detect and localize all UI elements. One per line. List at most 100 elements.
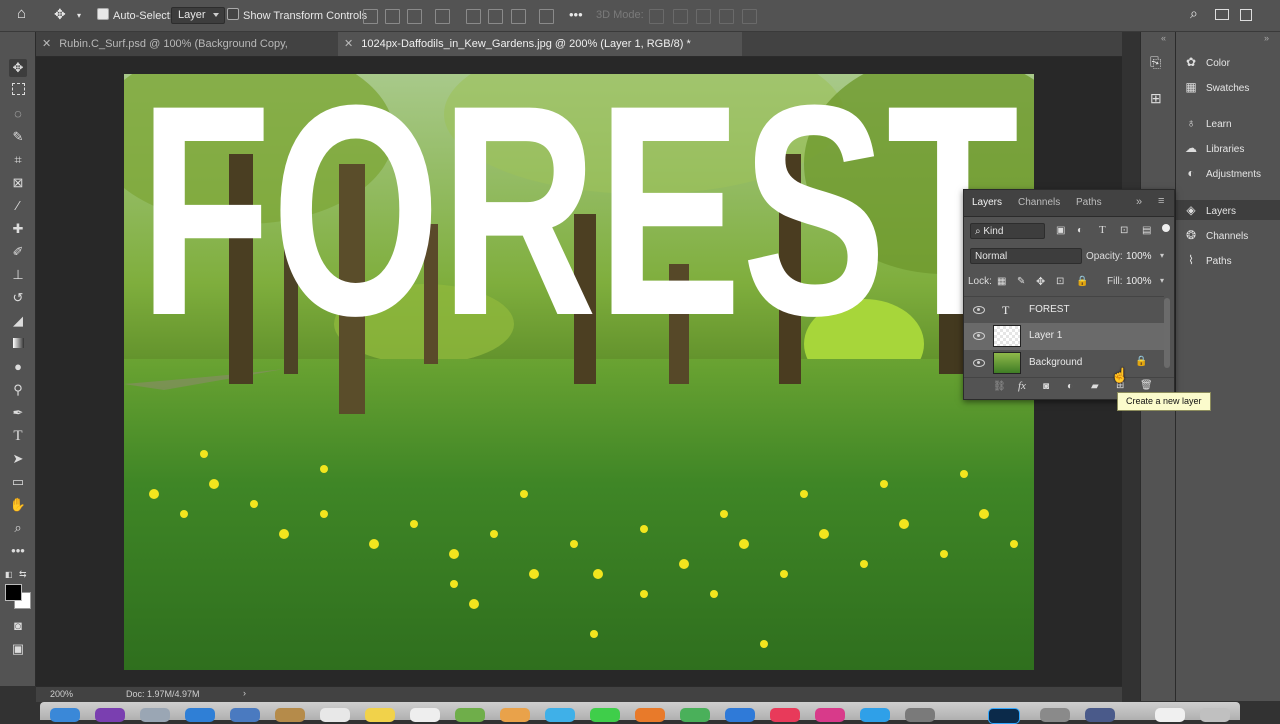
auto-select-dropdown[interactable]: Layer <box>171 7 225 24</box>
tab-rubin-surf[interactable]: ✕ Rubin.C_Surf.psd @ 100% (Background Cop… <box>36 32 332 74</box>
document-image[interactable]: FOREST <box>124 74 1034 670</box>
visibility-eye-icon[interactable] <box>973 359 985 367</box>
blend-mode-dropdown[interactable]: Normal <box>970 248 1082 264</box>
workspace-icon[interactable] <box>1215 9 1229 20</box>
layer-row-layer-1[interactable]: Layer 1 <box>964 323 1164 350</box>
align-middle-icon[interactable] <box>488 9 503 24</box>
rectangle-tool-icon[interactable]: ▭ <box>9 473 27 491</box>
auto-select-checkbox[interactable]: Auto-Select: <box>97 8 173 23</box>
align-center-icon[interactable] <box>385 9 400 24</box>
history-brush-tool-icon[interactable]: ↺ <box>9 289 27 307</box>
dock-photoshop-icon[interactable] <box>988 708 1020 724</box>
add-mask-icon[interactable]: ◙ <box>1043 381 1049 392</box>
visibility-eye-icon[interactable] <box>973 332 985 340</box>
share-icon[interactable] <box>1240 9 1252 21</box>
layer-row-forest[interactable]: T FOREST <box>964 296 1164 324</box>
clone-stamp-tool-icon[interactable]: ⊥ <box>9 266 27 284</box>
adjustment-layer-icon[interactable]: ◐ <box>1067 381 1073 392</box>
lock-artboard-icon[interactable]: ⊡ <box>1056 276 1064 287</box>
filter-type-icon[interactable]: T <box>1099 224 1106 236</box>
zoom-level[interactable]: 200% <box>50 689 73 699</box>
close-tab-icon[interactable]: ✕ <box>42 38 51 50</box>
collapse-panel-icon[interactable]: » <box>1136 196 1142 208</box>
align-top-icon[interactable] <box>466 9 481 24</box>
blur-tool-icon[interactable]: ● <box>9 358 27 376</box>
new-group-icon[interactable]: ▰ <box>1091 381 1099 392</box>
move-tool-icon[interactable]: ✥ <box>9 59 27 77</box>
layer-name[interactable]: FOREST <box>1029 304 1070 315</box>
panel-item-libraries[interactable]: ☁ Libraries <box>1184 138 1244 158</box>
lock-position-icon[interactable]: ✥ <box>1036 275 1045 288</box>
default-colors-icon[interactable]: ◧ <box>5 570 13 579</box>
filter-pixel-icon[interactable]: ▣ <box>1056 225 1065 236</box>
dodge-tool-icon[interactable]: ⚲ <box>9 381 27 399</box>
visibility-eye-icon[interactable] <box>973 306 985 314</box>
collapse-strip-icon[interactable]: « <box>1161 33 1166 43</box>
show-transform-checkbox[interactable]: Show Transform Controls <box>227 8 367 23</box>
tab-layers[interactable]: Layers <box>972 197 1002 208</box>
home-icon[interactable]: ⌂ <box>17 6 26 21</box>
eraser-tool-icon[interactable]: ◢ <box>9 312 27 330</box>
close-tab-icon[interactable]: ✕ <box>344 38 353 50</box>
frame-tool-icon[interactable]: ⊠ <box>9 174 27 192</box>
distribute-vertical-icon[interactable] <box>435 9 450 24</box>
layer-filter-kind-dropdown[interactable]: ⌕ Kind <box>970 223 1045 239</box>
opacity-chevron-icon[interactable]: ▾ <box>1160 251 1164 260</box>
edit-toolbar-icon[interactable]: ••• <box>9 542 27 560</box>
align-right-icon[interactable] <box>407 9 422 24</box>
opacity-value[interactable]: 100% <box>1126 251 1152 262</box>
status-menu-chevron-icon[interactable]: › <box>243 688 246 698</box>
zoom-tool-icon[interactable]: ⌕ <box>9 519 27 537</box>
panel-item-layers[interactable]: ◈ Layers <box>1176 200 1280 220</box>
pan-3d-icon[interactable] <box>696 9 711 24</box>
filter-smart-object-icon[interactable]: ▤ <box>1142 225 1151 236</box>
move-tool-icon[interactable]: ✥ <box>54 7 66 22</box>
filter-shape-icon[interactable]: ⊡ <box>1120 225 1128 236</box>
delete-layer-icon[interactable]: 🗑 <box>1140 380 1153 391</box>
lasso-tool-icon[interactable]: ◌ <box>9 105 27 123</box>
screen-mode-icon[interactable]: ▣ <box>9 640 27 658</box>
more-options-icon[interactable]: ••• <box>569 7 583 22</box>
panel-item-adjustments[interactable]: ◐ Adjustments <box>1184 163 1261 183</box>
fill-value[interactable]: 100% <box>1126 276 1152 287</box>
quick-mask-icon[interactable]: ◙ <box>9 617 27 635</box>
lock-all-icon[interactable]: 🔒 <box>1076 276 1088 287</box>
panel-item-channels[interactable]: ❂ Channels <box>1184 225 1248 245</box>
filter-adjustment-icon[interactable]: ◐ <box>1077 225 1083 236</box>
slide-3d-icon[interactable] <box>719 9 734 24</box>
foreground-color-swatch[interactable] <box>5 584 22 601</box>
marquee-tool-icon[interactable] <box>9 82 27 100</box>
pen-tool-icon[interactable]: ✒ <box>9 404 27 422</box>
path-selection-tool-icon[interactable]: ➤ <box>9 450 27 468</box>
align-left-icon[interactable] <box>363 9 378 24</box>
swap-colors-icon[interactable]: ⇆ <box>19 569 27 580</box>
tab-daffodils[interactable]: ✕ 1024px-Daffodils_in_Kew_Gardens.jpg @ 2… <box>338 32 742 56</box>
layer-name[interactable]: Layer 1 <box>1029 330 1062 341</box>
type-tool-icon[interactable]: T <box>9 427 27 445</box>
distribute-horizontal-icon[interactable] <box>539 9 554 24</box>
quick-select-tool-icon[interactable]: ✎ <box>9 128 27 146</box>
panel-item-color[interactable]: ✿ Color <box>1184 52 1230 72</box>
align-bottom-icon[interactable] <box>511 9 526 24</box>
orbit-3d-icon[interactable] <box>649 9 664 24</box>
roll-3d-icon[interactable] <box>673 9 688 24</box>
layer-name[interactable]: Background <box>1029 357 1082 368</box>
filter-toggle-icon[interactable] <box>1162 224 1170 232</box>
panel-item-learn[interactable]: ♁ Learn <box>1184 113 1232 133</box>
healing-brush-tool-icon[interactable]: ✚ <box>9 220 27 238</box>
panel-item-paths[interactable]: ⌇ Paths <box>1184 250 1232 270</box>
eyedropper-tool-icon[interactable]: ⁄ <box>9 197 27 215</box>
brush-tool-icon[interactable]: ✐ <box>9 243 27 261</box>
properties-panel-icon[interactable]: ⊞ <box>1150 90 1162 107</box>
lock-image-icon[interactable]: ✎ <box>1017 276 1025 287</box>
link-layers-icon[interactable]: ⛓ <box>993 381 1006 392</box>
panel-menu-icon[interactable]: ≡ <box>1158 195 1164 207</box>
fill-chevron-icon[interactable]: ▾ <box>1160 276 1164 285</box>
tool-preset-chevron-icon[interactable]: ▾ <box>77 8 81 23</box>
tab-paths[interactable]: Paths <box>1076 197 1102 208</box>
scale-3d-icon[interactable] <box>742 9 757 24</box>
history-panel-icon[interactable]: ⎘ <box>1150 54 1161 71</box>
layer-row-background[interactable]: Background 🔒 <box>964 350 1164 377</box>
panel-item-swatches[interactable]: ▦ Swatches <box>1184 77 1249 97</box>
lock-transparent-icon[interactable]: ▦ <box>997 276 1006 287</box>
